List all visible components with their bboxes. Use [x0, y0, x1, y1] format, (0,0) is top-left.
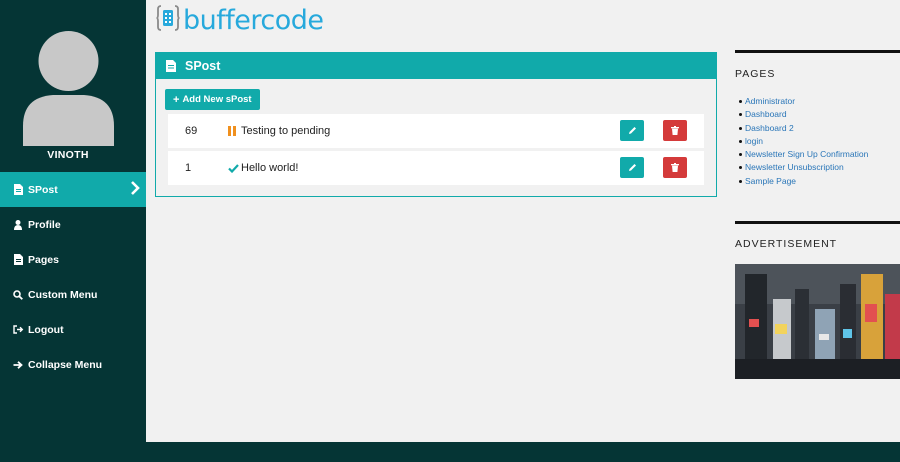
widget-divider	[735, 50, 900, 53]
page-link[interactable]: login	[739, 135, 868, 148]
sidebar-nav: SPost Profile Pages Custom Menu Logout C…	[0, 172, 146, 382]
document-icon	[12, 254, 24, 266]
user-name: VINOTH	[47, 149, 89, 161]
edit-button[interactable]	[620, 157, 644, 178]
post-title: Hello world!	[241, 162, 299, 174]
brand-logo[interactable]: buffercode	[156, 3, 324, 37]
page-link[interactable]: Administrator	[739, 95, 868, 108]
delete-button[interactable]	[663, 157, 687, 178]
sidebar-item-profile[interactable]: Profile	[0, 207, 146, 242]
page-link[interactable]: Dashboard	[739, 108, 868, 121]
trash-icon	[671, 122, 679, 140]
sidebar: VINOTH SPost Profile Pages Custom Menu L…	[0, 0, 146, 462]
page-link[interactable]: Newsletter Unsubscription	[739, 161, 868, 174]
pause-icon	[228, 125, 240, 137]
post-id: 1	[185, 162, 192, 174]
advertisement-widget-title: ADVERTISEMENT	[735, 238, 838, 250]
post-title: Testing to pending	[241, 125, 331, 137]
edit-button[interactable]	[620, 120, 644, 141]
page-link[interactable]: Sample Page	[739, 175, 868, 188]
pencil-icon	[628, 159, 637, 177]
advertisement-image[interactable]	[735, 264, 900, 379]
document-icon	[166, 60, 176, 72]
page-link[interactable]: Dashboard 2	[739, 122, 868, 135]
post-id: 69	[185, 125, 198, 137]
brand-name: buffercode	[183, 4, 324, 36]
sidebar-item-label: SPost	[28, 183, 58, 196]
logout-icon	[12, 324, 24, 336]
table-row: 1 Hello world!	[168, 151, 704, 185]
check-icon	[228, 162, 240, 174]
arrow-right-icon	[12, 359, 24, 371]
sidebar-item-label: Logout	[28, 323, 64, 336]
widget-divider	[735, 221, 900, 224]
spost-panel: SPost + Add New sPost 69 Testing to pend…	[155, 52, 717, 197]
pages-widget-title: PAGES	[735, 68, 776, 80]
delete-button[interactable]	[663, 120, 687, 141]
panel-header: SPost	[156, 53, 716, 79]
search-icon	[12, 289, 24, 301]
sidebar-item-label: Collapse Menu	[28, 358, 103, 371]
sidebar-item-label: Custom Menu	[28, 288, 98, 301]
pages-list: Administrator Dashboard Dashboard 2 logi…	[739, 95, 868, 188]
code-brackets-icon	[156, 4, 180, 37]
panel-title: SPost	[185, 59, 221, 73]
pencil-icon	[628, 122, 637, 140]
user-icon	[12, 219, 24, 231]
sidebar-item-pages[interactable]: Pages	[0, 242, 146, 277]
sidebar-item-logout[interactable]: Logout	[0, 312, 146, 347]
chevron-right-icon	[130, 181, 140, 195]
table-row: 69 Testing to pending	[168, 114, 704, 148]
sidebar-item-collapse-menu[interactable]: Collapse Menu	[0, 347, 146, 382]
add-new-spost-button[interactable]: + Add New sPost	[165, 89, 260, 110]
sidebar-item-spost[interactable]: SPost	[0, 172, 146, 207]
trash-icon	[671, 159, 679, 177]
page-link[interactable]: Newsletter Sign Up Confirmation	[739, 148, 868, 161]
footer-bar	[146, 442, 900, 462]
sidebar-item-label: Pages	[28, 253, 59, 266]
sidebar-item-label: Profile	[28, 218, 61, 231]
avatar	[23, 31, 114, 146]
sidebar-item-custom-menu[interactable]: Custom Menu	[0, 277, 146, 312]
add-button-label: Add New sPost	[182, 94, 252, 105]
document-icon	[12, 184, 24, 196]
plus-icon: +	[173, 93, 180, 106]
